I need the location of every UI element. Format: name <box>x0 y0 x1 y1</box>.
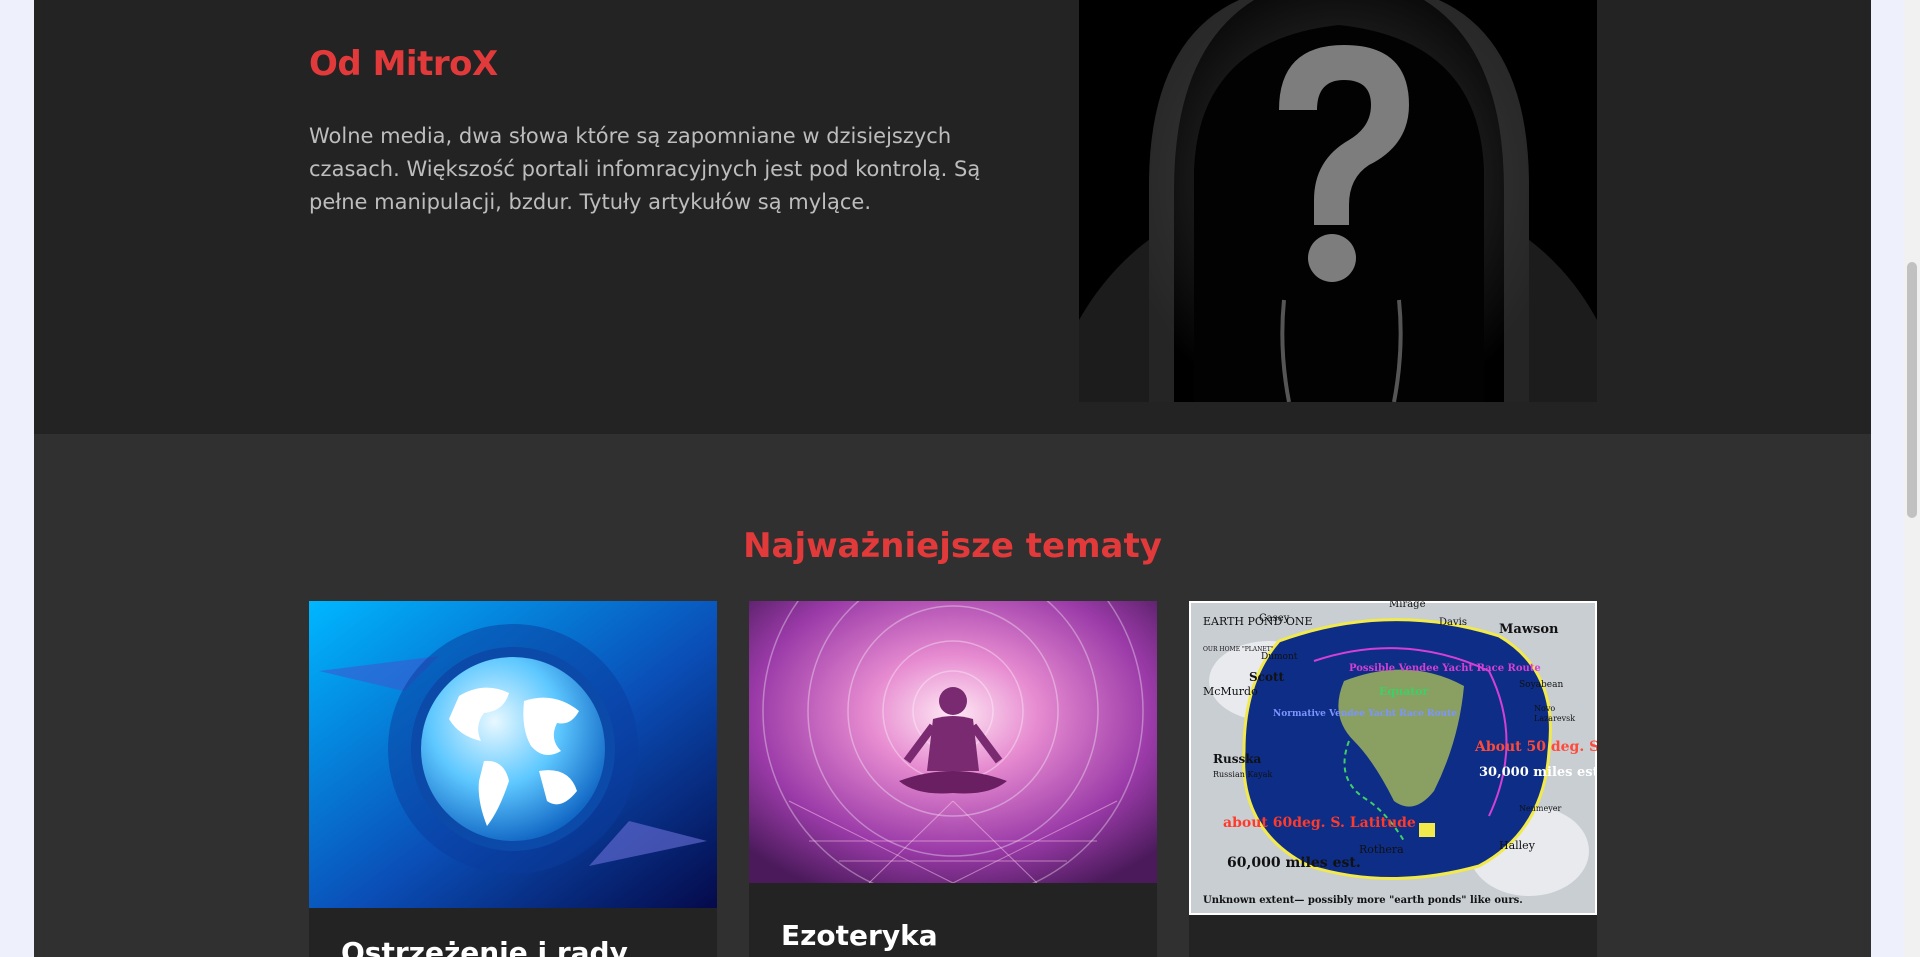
scrollbar-thumb[interactable] <box>1907 262 1917 518</box>
svg-text:Mawson: Mawson <box>1499 622 1559 637</box>
svg-text:Halley: Halley <box>1499 839 1536 852</box>
svg-text:Equator: Equator <box>1379 685 1429 698</box>
about-section: Od MitroX Wolne media, dwa słowa które s… <box>34 0 1871 434</box>
svg-text:Russka: Russka <box>1213 752 1262 766</box>
svg-text:About 50 deg. S. Latitude: About 50 deg. S. Latitude <box>1474 739 1597 755</box>
svg-text:Normative Vendee Yacht Race Ro: Normative Vendee Yacht Race Route <box>1273 709 1457 719</box>
hooded-figure-image <box>1079 0 1597 402</box>
topic-card-flat-earth[interactable]: EARTH POND ONE OUR HOME "PLANET" Mirage … <box>1189 601 1597 957</box>
hooded-figure-question-mark-icon <box>1079 0 1597 402</box>
svg-text:McMurdo: McMurdo <box>1203 685 1258 698</box>
svg-text:Davis: Davis <box>1439 617 1467 628</box>
about-text: Wolne media, dwa słowa które są zapomnia… <box>309 124 981 214</box>
svg-text:Novo: Novo <box>1534 704 1555 713</box>
svg-text:Neumeyer: Neumeyer <box>1519 804 1561 813</box>
topics-section: Najważniejsze tematy Ostrzeżenie i rady … <box>34 434 1871 957</box>
card-title[interactable]: Ezoteryka <box>781 919 938 952</box>
svg-text:Rothera: Rothera <box>1359 843 1404 856</box>
svg-text:EARTH POND ONE: EARTH POND ONE <box>1203 615 1313 628</box>
svg-text:about 60deg. S. Latitude: about 60deg. S. Latitude <box>1223 815 1416 831</box>
svg-text:Lazarevsk: Lazarevsk <box>1534 714 1575 723</box>
svg-text:Unknown extent— possibly more: Unknown extent— possibly more "earth pon… <box>1203 895 1523 906</box>
svg-text:Scott: Scott <box>1249 670 1285 684</box>
meditation-icon <box>749 601 1157 883</box>
globe-icon <box>309 601 717 908</box>
page-scrollbar[interactable] <box>1904 0 1920 957</box>
svg-text:Casey: Casey <box>1259 613 1290 624</box>
topic-card-warnings[interactable]: Ostrzeżenie i rady <box>309 601 717 957</box>
svg-text:60,000 miles est.: 60,000 miles est. <box>1227 855 1361 871</box>
card-image <box>309 601 717 908</box>
svg-text:Russian Kayak: Russian Kayak <box>1213 770 1272 779</box>
svg-text:Possible Vendee Yacht Race Rou: Possible Vendee Yacht Race Route <box>1349 663 1541 674</box>
topic-card-esoterica[interactable]: Ezoteryka <box>749 601 1157 957</box>
topics-title: Najważniejsze tematy <box>743 526 1162 566</box>
about-title: Od MitroX <box>309 44 498 84</box>
svg-text:Soyabean: Soyabean <box>1519 680 1563 690</box>
card-image <box>749 601 1157 883</box>
flat-earth-map-icon: EARTH POND ONE OUR HOME "PLANET" Mirage … <box>1189 601 1597 915</box>
card-title[interactable]: Ostrzeżenie i rady <box>341 936 628 957</box>
card-image: EARTH POND ONE OUR HOME "PLANET" Mirage … <box>1189 601 1597 915</box>
svg-text:Dumont: Dumont <box>1261 652 1298 662</box>
page: Od MitroX Wolne media, dwa słowa które s… <box>34 0 1871 957</box>
svg-text:30,000 miles est.: 30,000 miles est. <box>1479 765 1597 780</box>
svg-text:Mirage: Mirage <box>1389 601 1426 610</box>
